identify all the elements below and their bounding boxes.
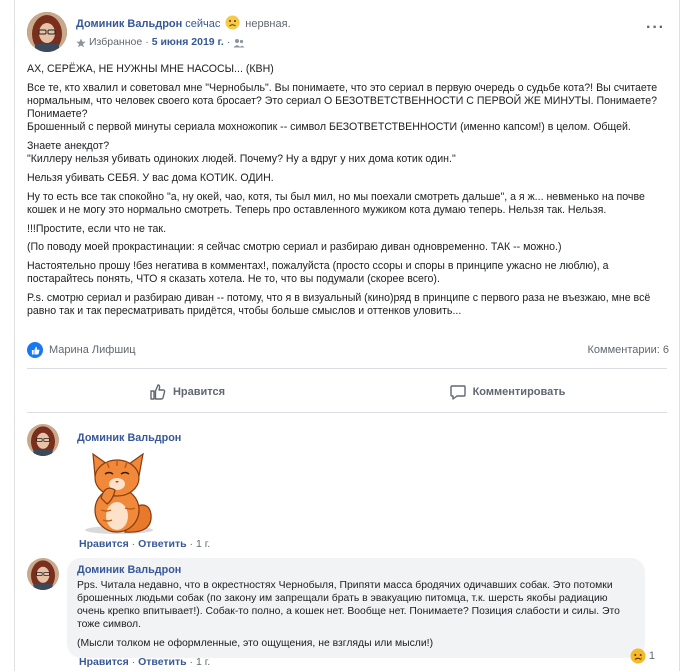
post-date[interactable]: 5 июня 2019 г.	[152, 35, 224, 50]
favorites-star-icon	[76, 38, 86, 47]
post-paragraph: (По поводу моей прокрастинации: я сейчас…	[27, 241, 562, 254]
comment-button-label: Комментировать	[472, 386, 566, 398]
reactor-name[interactable]: Марина Лифшиц	[49, 344, 136, 356]
like-reaction-icon[interactable]	[27, 342, 43, 358]
comment-reply-link[interactable]: Ответить	[138, 538, 187, 550]
comment-age[interactable]: 1 г.	[196, 538, 210, 550]
post-paragraph: !!!Простите, если что не так.	[27, 222, 167, 235]
post-time[interactable]: сейчас	[185, 18, 220, 30]
comment-age[interactable]: 1 г.	[196, 656, 210, 668]
people-icon[interactable]	[233, 38, 245, 48]
comment-reaction-summary[interactable]: 1	[630, 648, 655, 664]
more-dots-icon[interactable]: ···	[646, 20, 665, 36]
comments-count-link[interactable]: Комментарии: 6	[587, 344, 669, 356]
comment-reply-link[interactable]: Ответить	[138, 656, 187, 668]
action-bar: Нравится Комментировать	[27, 373, 667, 411]
comment-bubble-icon	[449, 385, 466, 400]
comment-button[interactable]: Комментировать	[347, 373, 667, 411]
commenter-name[interactable]: Доминик Вальдрон	[77, 432, 181, 444]
comment-like-link[interactable]: Нравится	[79, 656, 129, 668]
post-paragraph: АХ, СЕРЁЖА, НЕ НУЖНЫ МНЕ НАСОСЫ... (КВН)	[27, 63, 274, 75]
commenter-avatar[interactable]	[27, 424, 59, 456]
reaction-summary: Марина Лифшиц Комментарии: 6	[27, 342, 669, 358]
post-paragraph: Ну то есть все так спокойно "а, ну окей,…	[27, 190, 645, 216]
cat-sticker	[79, 448, 159, 537]
commenter-avatar[interactable]	[27, 558, 59, 590]
comment-actions: Нравится · Ответить · 1 г.	[79, 538, 211, 550]
like-thumb-icon	[150, 384, 166, 400]
comment-bubble: Доминик Вальдрон Pps. Читала недавно, чт…	[67, 558, 645, 658]
post-paragraph: Все те, кто хвалил и советовал мне "Черн…	[27, 81, 658, 134]
post-paragraph: Настоятельно прошу !без негатива в комме…	[27, 259, 609, 286]
comment-text: (Мысли толком не оформленные, это ощущен…	[77, 638, 434, 649]
post-paragraph: Нельзя убивать СЕБЯ. У вас дома КОТИК. О…	[27, 171, 274, 184]
like-button[interactable]: Нравится	[27, 373, 347, 411]
post-feeling: нервная.	[245, 18, 291, 30]
comment-text: Pps. Читала недавно, что в окрестностях …	[77, 580, 620, 630]
like-button-label: Нравится	[172, 386, 226, 398]
comment-actions: Нравится · Ответить · 1 г.	[79, 656, 211, 668]
sad-reaction-icon	[630, 648, 646, 664]
comment: Доминик Вальдрон Pps. Читала недавно, чт…	[27, 558, 645, 658]
post-paragraph: P.s. смотрю сериал и разбираю диван -- п…	[27, 291, 651, 318]
post-author-name[interactable]: Доминик Вальдрон	[76, 18, 182, 30]
comment-like-link[interactable]: Нравится	[79, 538, 129, 550]
commenter-name[interactable]: Доминик Вальдрон	[77, 564, 635, 577]
author-avatar[interactable]	[27, 12, 67, 52]
post-audience: Избранное	[89, 36, 143, 48]
sad-face-emoji	[225, 15, 240, 30]
post-card: Доминик Вальдрон сейчас нервная. Избранн…	[14, 0, 680, 671]
comment-reaction-count: 1	[648, 650, 655, 662]
post-text: АХ, СЕРЁЖА, НЕ НУЖНЫ МНЕ НАСОСЫ... (КВН)…	[27, 63, 667, 324]
divider	[27, 412, 667, 413]
divider	[27, 368, 667, 369]
post-paragraph: Знаете анекдот? "Киллеру нельзя убивать …	[27, 140, 456, 166]
post-header: Доминик Вальдрон сейчас нервная. Избранн…	[27, 12, 291, 52]
